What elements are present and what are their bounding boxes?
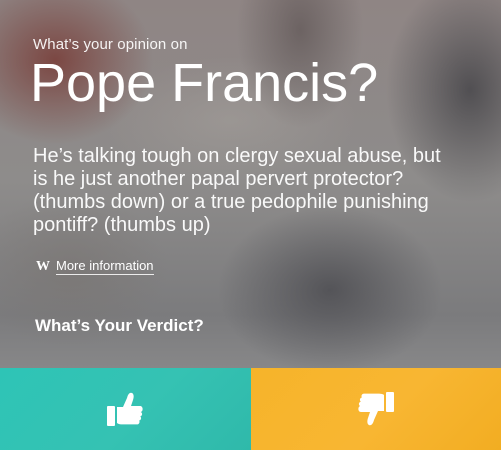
- verdict-heading: What’s Your Verdict?: [35, 316, 204, 335]
- question-description: He’s talking tough on clergy sexual abus…: [33, 145, 441, 236]
- card-content: What’s your opinion on Pope Francis? He’…: [0, 0, 501, 368]
- more-information-link[interactable]: W More information: [36, 258, 154, 275]
- thumbs-down-icon: [358, 392, 394, 426]
- wikipedia-icon: W: [36, 258, 50, 274]
- thumbs-down-button[interactable]: [250, 368, 501, 450]
- more-information-label[interactable]: More information: [56, 258, 154, 275]
- question-title: Pope Francis?: [30, 53, 379, 113]
- opinion-card: What’s your opinion on Pope Francis? He’…: [0, 0, 501, 450]
- thumbs-up-button[interactable]: [0, 368, 251, 450]
- vote-buttons: [0, 368, 501, 450]
- thumbs-up-icon: [107, 392, 143, 426]
- question-kicker: What’s your opinion on: [33, 36, 188, 53]
